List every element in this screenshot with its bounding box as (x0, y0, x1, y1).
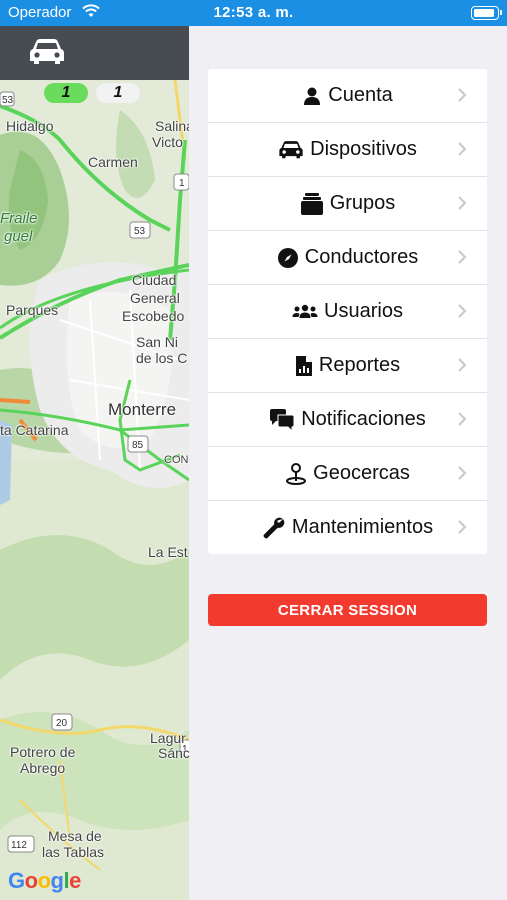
chevron-right-icon (457, 303, 467, 324)
shield-85-text: 85 (132, 440, 144, 451)
google-logo-letter: o (37, 868, 51, 893)
google-logo-letter: e (69, 868, 81, 893)
map-label: Mesa de (48, 828, 102, 844)
map-label: Monterre (108, 400, 177, 419)
menu-item-label: Mantenimientos (291, 516, 434, 538)
map-label: Salina (155, 118, 189, 134)
pin-icon (285, 462, 307, 485)
google-logo-letter: o (24, 868, 38, 893)
chevron-right-icon (457, 357, 467, 378)
side-menu: Cuenta Dispositivos Grupos Conductores U… (208, 69, 487, 554)
report-icon (295, 355, 313, 377)
battery-tip (500, 10, 502, 15)
menu-item-label: Geocercas (313, 462, 410, 484)
menu-item-geocercas[interactable]: Geocercas (208, 447, 487, 501)
map-label: CON (164, 454, 189, 466)
menu-item-label: Reportes (318, 354, 401, 376)
shield-20: 20 (51, 713, 73, 731)
active-devices-badge[interactable]: 1 (44, 83, 88, 103)
chevron-right-icon (457, 141, 467, 162)
map-pane[interactable]: 53 1 53 85 20 112 1 1 1 Hidalgo Salina V… (0, 26, 189, 900)
map-label: Hidalgo (6, 118, 54, 134)
google-logo: Google (8, 868, 81, 894)
chevron-right-icon (457, 519, 467, 540)
map-label: las Tablas (42, 844, 105, 860)
map-label: Sánc (158, 745, 189, 761)
map-view[interactable]: 53 1 53 85 20 112 1 1 1 Hidalgo Salina V… (0, 80, 189, 900)
car-icon (278, 140, 304, 160)
clock: 12:53 a. m. (213, 4, 294, 21)
users-icon (292, 304, 318, 320)
chevron-right-icon (457, 249, 467, 270)
map-top-bar (0, 26, 189, 80)
menu-item-label: Conductores (304, 246, 419, 268)
battery-icon (471, 6, 499, 20)
shield-85: 85 (127, 435, 149, 453)
map-label: Lagur (150, 730, 186, 746)
user-icon (302, 86, 322, 106)
car-icon[interactable] (28, 38, 66, 71)
menu-item-reportes[interactable]: Reportes (208, 339, 487, 393)
map-label: Potrero de (10, 744, 76, 760)
map-label: Parques (6, 302, 59, 318)
map-label: Victo (152, 134, 183, 150)
map-label: General (130, 290, 180, 306)
menu-item-label: Notificaciones (301, 408, 426, 430)
logout-button[interactable]: CERRAR SESSION (208, 594, 487, 626)
map-label: ta Catarina (0, 422, 69, 438)
map-label: guel (4, 228, 33, 245)
shield-53-text: 53 (2, 95, 14, 106)
google-logo-letter: g (50, 868, 64, 893)
map-label: Ciudad (132, 272, 177, 288)
map-label: San Ni (136, 334, 179, 350)
menu-item-label: Grupos (329, 192, 396, 214)
map-label: Abrego (20, 760, 66, 776)
chevron-right-icon (457, 87, 467, 108)
shield-112: 112 (7, 835, 35, 853)
shield-20-text: 20 (56, 718, 68, 729)
menu-item-label: Usuarios (324, 300, 403, 322)
menu-item-dispositivos[interactable]: Dispositivos (208, 123, 487, 177)
chevron-right-icon (457, 411, 467, 432)
map-label: Escobedo (122, 308, 185, 324)
status-bar: Operador 12:53 a. m. (0, 0, 507, 26)
chevron-right-icon (457, 195, 467, 216)
menu-item-usuarios[interactable]: Usuarios (208, 285, 487, 339)
menu-item-conductores[interactable]: Conductores (208, 231, 487, 285)
menu-item-notificaciones[interactable]: Notificaciones (208, 393, 487, 447)
google-logo-letter: G (8, 868, 25, 893)
shield-53: 53 (0, 91, 15, 107)
menu-item-mantenimientos[interactable]: Mantenimientos (208, 501, 487, 554)
shield-1-text: 1 (179, 178, 185, 189)
chevron-right-icon (457, 465, 467, 486)
menu-item-label: Cuenta (328, 84, 393, 106)
menu-item-cuenta[interactable]: Cuenta (208, 69, 487, 123)
menu-item-grupos[interactable]: Grupos (208, 177, 487, 231)
wrench-icon (262, 516, 286, 540)
inactive-devices-badge[interactable]: 1 (96, 83, 140, 103)
shield-53b: 53 (129, 221, 151, 239)
shield-112-text: 112 (11, 840, 27, 851)
map-graphic: 53 1 53 85 20 112 1 (0, 80, 189, 900)
shield-1: 1 (173, 173, 189, 191)
map-label: Carmen (88, 154, 138, 170)
map-label: de los C (136, 350, 188, 366)
map-label: Fraile (0, 210, 38, 227)
compass-icon (277, 247, 299, 269)
map-label: La Est (148, 544, 188, 560)
comments-icon (269, 408, 295, 431)
layers-icon (300, 192, 324, 215)
shield-53b-text: 53 (134, 226, 146, 237)
menu-item-label: Dispositivos (310, 138, 417, 160)
